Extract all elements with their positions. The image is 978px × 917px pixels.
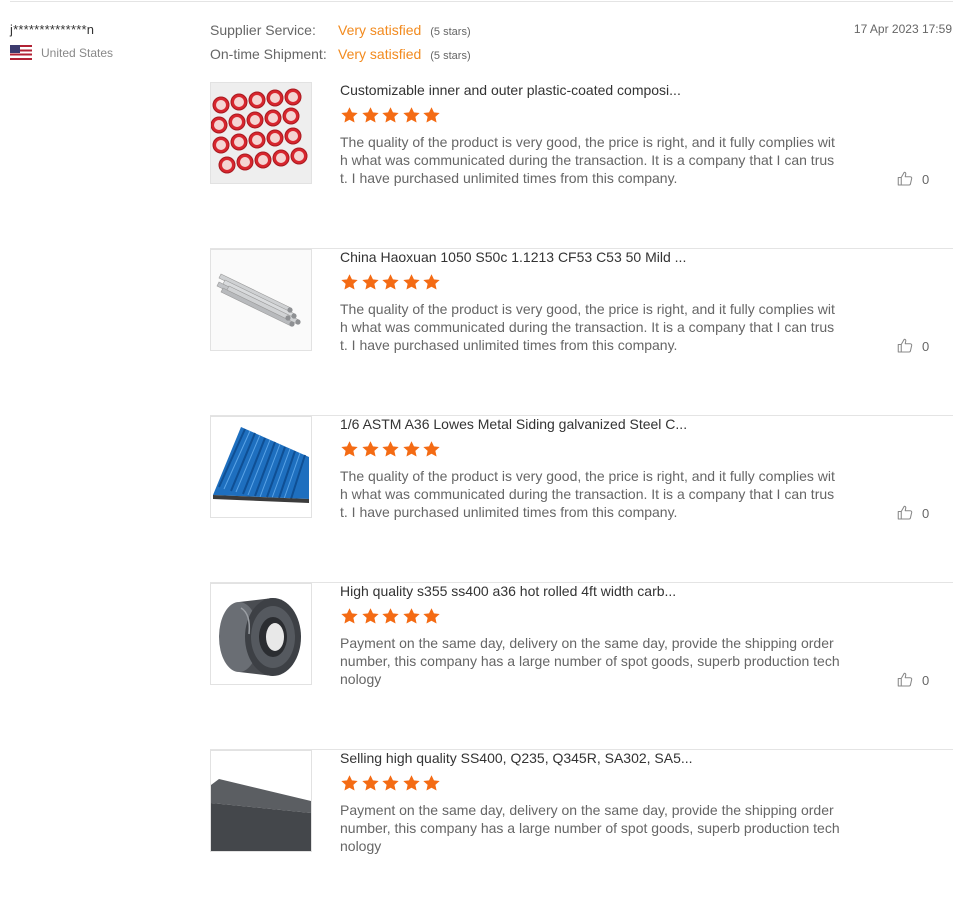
star-icon: [341, 441, 358, 457]
rating-stars: [340, 774, 443, 793]
review-item: Selling high quality SS400, Q235, Q345R,…: [210, 750, 953, 917]
star-icon: [382, 274, 399, 290]
like-button[interactable]: 0: [896, 504, 929, 522]
review-text: Payment on the same day, delivery on the…: [340, 635, 840, 687]
rating-value: Very satisfied: [338, 22, 422, 38]
thumbs-up-icon: [897, 672, 913, 687]
star-icon: [423, 107, 440, 123]
review-text: The quality of the product is very good,…: [340, 134, 835, 186]
rating-stars-text: (5 stars): [430, 50, 471, 62]
product-title-link[interactable]: Selling high quality SS400, Q235, Q345R,…: [340, 750, 693, 766]
like-button[interactable]: 0: [896, 337, 929, 355]
star-icon: [402, 775, 420, 791]
star-icon: [361, 441, 379, 457]
star-icon: [341, 107, 358, 123]
rating-stars: [340, 607, 443, 626]
like-count: 0: [922, 505, 930, 521]
thumbs-up-icon: [897, 171, 913, 186]
us-flag-icon: [10, 45, 32, 60]
rating-label: Supplier Service:: [210, 22, 316, 38]
review-text: The quality of the product is very good,…: [340, 301, 835, 353]
product-title-link[interactable]: 1/6 ASTM A36 Lowes Metal Siding galvaniz…: [340, 416, 687, 432]
star-icon: [402, 107, 420, 123]
supplier-ratings: Supplier Service: Very satisfied (5 star…: [210, 22, 471, 70]
like-button[interactable]: 0: [896, 170, 929, 188]
star-icon: [402, 608, 420, 624]
review-text: The quality of the product is very good,…: [340, 468, 835, 520]
star-icon: [341, 775, 358, 791]
rating-supplier-service: Supplier Service: Very satisfied (5 star…: [210, 22, 471, 46]
like-count: 0: [922, 171, 930, 187]
rating-on-time-shipment: On-time Shipment: Very satisfied (5 star…: [210, 46, 471, 70]
star-icon: [382, 107, 399, 123]
reviewer-name: j**************n: [10, 22, 95, 37]
review-item: High quality s355 ss400 a36 hot rolled 4…: [210, 583, 953, 750]
star-icon: [423, 441, 440, 457]
steel-coil-image[interactable]: [210, 583, 312, 685]
review-item: China Haoxuan 1050 S50c 1.1213 CF53 C53 …: [210, 249, 953, 416]
thumbs-up-icon: [897, 338, 913, 353]
rating-label: On-time Shipment:: [210, 46, 327, 62]
star-icon: [402, 441, 420, 457]
star-icon: [423, 608, 440, 624]
rating-value: Very satisfied: [338, 46, 422, 62]
like-count: 0: [922, 672, 930, 688]
review-item: Customizable inner and outer plastic-coa…: [210, 82, 953, 249]
review-item: 1/6 ASTM A36 Lowes Metal Siding galvaniz…: [210, 416, 953, 583]
star-icon: [361, 274, 379, 290]
top-divider: [10, 1, 953, 2]
rating-stars: [340, 440, 443, 459]
steel-round-bars-image[interactable]: [210, 249, 312, 351]
star-icon: [361, 608, 379, 624]
star-icon: [423, 274, 440, 290]
reviewer-info: j**************n United States: [10, 22, 113, 60]
blue-corrugated-sheets-image[interactable]: [210, 416, 312, 518]
star-icon: [382, 608, 399, 624]
star-icon: [382, 441, 399, 457]
rating-stars: [340, 273, 443, 292]
star-icon: [382, 775, 399, 791]
star-icon: [402, 274, 420, 290]
product-title-link[interactable]: China Haoxuan 1050 S50c 1.1213 CF53 C53 …: [340, 249, 686, 265]
thumbs-up-icon: [897, 505, 913, 520]
review-date: 17 Apr 2023 17:59: [853, 22, 952, 36]
star-icon: [361, 107, 379, 123]
product-title-link[interactable]: Customizable inner and outer plastic-coa…: [340, 82, 681, 98]
like-button[interactable]: 0: [896, 671, 929, 689]
review-text: Payment on the same day, delivery on the…: [340, 802, 840, 854]
rating-stars: [340, 106, 443, 125]
star-icon: [361, 775, 379, 791]
steel-plate-image[interactable]: [210, 750, 312, 852]
like-count: 0: [922, 338, 930, 354]
reviewer-country: United States: [10, 45, 113, 60]
star-icon: [341, 274, 358, 290]
red-coated-pipes-image[interactable]: [210, 82, 312, 184]
product-title-link[interactable]: High quality s355 ss400 a36 hot rolled 4…: [340, 583, 676, 599]
star-icon: [341, 608, 358, 624]
star-icon: [423, 775, 440, 791]
country-label: United States: [41, 45, 114, 60]
rating-stars-text: (5 stars): [430, 26, 471, 38]
